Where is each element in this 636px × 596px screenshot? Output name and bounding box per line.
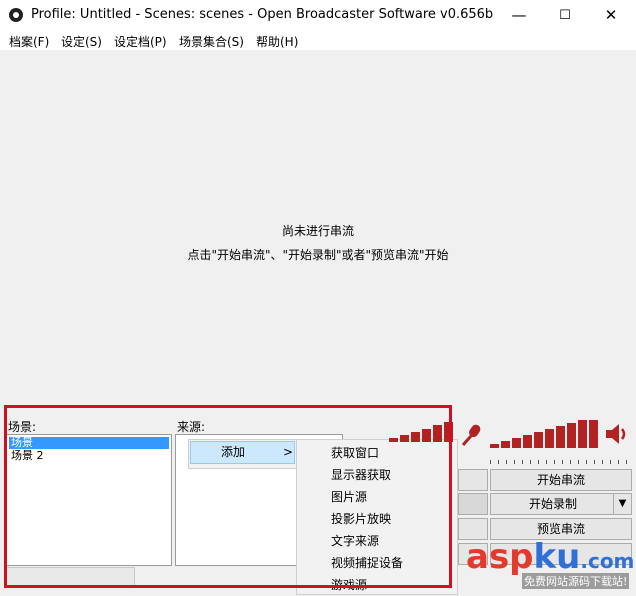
record-dropdown-button[interactable]: ▼: [613, 493, 632, 515]
minimize-button[interactable]: —: [496, 0, 542, 30]
window-title: Profile: Untitled - Scenes: scenes - Ope…: [31, 7, 494, 22]
menu-profile[interactable]: 设定档(P): [114, 33, 167, 50]
microphone-icon[interactable]: [459, 423, 483, 447]
maximize-button[interactable]: ☐: [542, 0, 588, 30]
menu-settings[interactable]: 设定(S): [61, 33, 102, 50]
watermark-logo: aspku.com: [466, 537, 635, 577]
start-record-button[interactable]: 开始录制: [490, 493, 616, 515]
preview-status-text: 尚未进行串流: [281, 224, 354, 238]
preview-hint-text: 点击"开始串流"、"开始录制"或者"预览串流"开始: [187, 248, 449, 262]
menu-file[interactable]: 档案(F): [9, 33, 49, 50]
start-stream-button[interactable]: 开始串流: [490, 469, 632, 491]
speaker-icon[interactable]: [604, 422, 630, 446]
volume-scale: [490, 460, 630, 464]
desktop-volume-meter[interactable]: [490, 420, 600, 448]
settings-button[interactable]: [458, 469, 488, 491]
obs-logo-icon: [9, 8, 23, 22]
close-button[interactable]: ✕: [588, 0, 634, 30]
menu-help[interactable]: 帮助(H): [256, 33, 298, 50]
menu-scene-collection[interactable]: 场景集合(S): [179, 33, 244, 50]
highlight-frame: [4, 405, 452, 588]
watermark-tagline: 免费网站源码下载站!: [522, 573, 630, 589]
edit-scene-button[interactable]: [458, 493, 488, 515]
